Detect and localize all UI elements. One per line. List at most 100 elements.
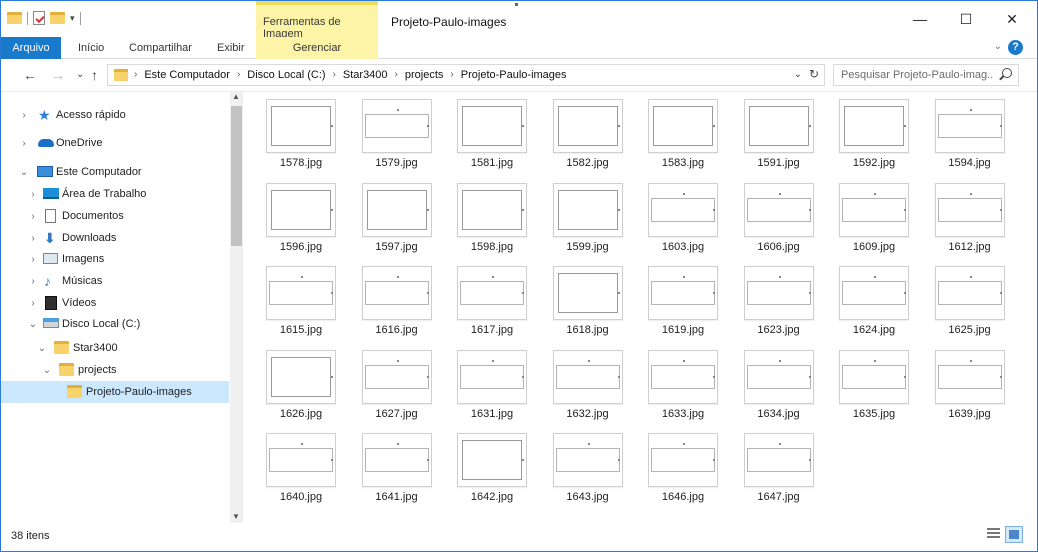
image-thumbnail[interactable] xyxy=(361,99,432,153)
sidebar-item-projects[interactable]: ⌄ projects xyxy=(1,359,229,381)
file-tile[interactable]: 1632.jpg xyxy=(548,346,640,428)
scroll-down-icon[interactable]: ▼ xyxy=(232,512,240,521)
file-tile[interactable]: 1617.jpg xyxy=(452,262,544,344)
expand-ribbon-icon[interactable]: ⌄ xyxy=(994,41,1002,52)
file-tile[interactable]: 1609.jpg xyxy=(834,179,926,261)
file-tile[interactable]: 1596.jpg xyxy=(261,179,353,261)
up-button[interactable]: ↑ xyxy=(91,67,98,83)
file-tile[interactable]: 1641.jpg xyxy=(357,429,449,511)
address-bar[interactable]: › Este Computador › Disco Local (C:) › S… xyxy=(107,64,825,86)
sidebar-item-onedrive[interactable]: › OneDrive xyxy=(1,132,229,154)
properties-icon[interactable] xyxy=(33,11,45,25)
forward-button[interactable]: → xyxy=(51,67,65,83)
file-tile[interactable]: 1635.jpg xyxy=(834,346,926,428)
file-tile[interactable]: 1623.jpg xyxy=(739,262,831,344)
file-name[interactable]: 1581.jpg xyxy=(452,157,532,169)
tab-arquivo[interactable]: Arquivo xyxy=(1,37,61,59)
chevron-down-icon[interactable]: ⌄ xyxy=(42,365,52,376)
file-name[interactable]: 1624.jpg xyxy=(834,324,914,336)
file-name[interactable]: 1618.jpg xyxy=(548,324,628,336)
scrollbar-thumb[interactable] xyxy=(231,106,242,246)
file-name[interactable]: 1623.jpg xyxy=(739,324,819,336)
file-name[interactable]: 1616.jpg xyxy=(357,324,437,336)
image-thumbnail[interactable] xyxy=(457,349,527,404)
breadcrumb-projeto-paulo-images[interactable]: Projeto-Paulo-images xyxy=(461,69,567,81)
image-thumbnail[interactable] xyxy=(457,433,527,487)
file-tile[interactable]: 1579.jpg xyxy=(357,95,449,177)
file-tile[interactable]: 1594.jpg xyxy=(930,95,1022,177)
search-box[interactable] xyxy=(833,64,1019,86)
image-thumbnail[interactable] xyxy=(648,349,718,404)
image-thumbnail[interactable] xyxy=(648,182,718,237)
sidebar-item-videos[interactable]: › Vídeos xyxy=(1,292,229,314)
file-name[interactable]: 1583.jpg xyxy=(643,157,723,169)
file-tile[interactable]: 1591.jpg xyxy=(739,95,831,177)
chevron-right-icon[interactable]: › xyxy=(19,138,29,149)
image-thumbnail[interactable] xyxy=(648,266,718,320)
file-name[interactable]: 1641.jpg xyxy=(357,491,437,503)
file-tile[interactable]: 1599.jpg xyxy=(548,179,640,261)
file-name[interactable]: 1619.jpg xyxy=(643,324,723,336)
tab-compartilhar[interactable]: Compartilhar xyxy=(129,37,192,59)
image-thumbnail[interactable] xyxy=(266,349,336,404)
large-icons-view-button[interactable] xyxy=(1005,526,1023,543)
file-name[interactable]: 1640.jpg xyxy=(261,491,341,503)
file-tile[interactable]: 1646.jpg xyxy=(643,429,735,511)
image-thumbnail[interactable] xyxy=(934,349,1005,404)
image-thumbnail[interactable] xyxy=(266,266,336,320)
image-thumbnail[interactable] xyxy=(839,349,909,404)
file-tile[interactable]: 1634.jpg xyxy=(739,346,831,428)
file-name[interactable]: 1591.jpg xyxy=(739,157,819,169)
file-name[interactable]: 1634.jpg xyxy=(739,408,819,420)
file-tile[interactable]: 1582.jpg xyxy=(548,95,640,177)
file-tile[interactable]: 1597.jpg xyxy=(357,179,449,261)
image-thumbnail[interactable] xyxy=(934,266,1005,320)
new-folder-icon[interactable] xyxy=(50,12,65,24)
image-thumbnail[interactable] xyxy=(361,182,432,237)
file-tile[interactable]: 1619.jpg xyxy=(643,262,735,344)
file-tile[interactable]: 1598.jpg xyxy=(452,179,544,261)
image-thumbnail[interactable] xyxy=(266,99,336,153)
chevron-down-icon[interactable]: ⌄ xyxy=(37,343,47,354)
file-name[interactable]: 1639.jpg xyxy=(930,408,1010,420)
minimize-button[interactable]: — xyxy=(897,1,943,37)
image-thumbnail[interactable] xyxy=(743,99,814,153)
image-thumbnail[interactable] xyxy=(457,266,527,320)
tab-gerenciar[interactable]: Gerenciar xyxy=(256,37,378,59)
file-name[interactable]: 1598.jpg xyxy=(452,241,532,253)
file-name[interactable]: 1646.jpg xyxy=(643,491,723,503)
image-thumbnail[interactable] xyxy=(361,266,432,320)
scroll-up-icon[interactable]: ▲ xyxy=(232,92,240,101)
file-tile[interactable]: 1647.jpg xyxy=(739,429,831,511)
file-tile[interactable]: 1603.jpg xyxy=(643,179,735,261)
address-dropdown-icon[interactable]: ⌄ xyxy=(794,69,802,80)
file-tile[interactable]: 1592.jpg xyxy=(834,95,926,177)
file-tile[interactable]: 1627.jpg xyxy=(357,346,449,428)
sidebar-item-area-de-trabalho[interactable]: › Área de Trabalho xyxy=(1,183,229,205)
breadcrumb-este-computador[interactable]: Este Computador xyxy=(144,69,230,81)
image-thumbnail[interactable] xyxy=(743,349,814,404)
image-thumbnail[interactable] xyxy=(552,182,623,237)
file-tile[interactable]: 1578.jpg xyxy=(261,95,353,177)
image-thumbnail[interactable] xyxy=(839,182,909,237)
sidebar-item-documentos[interactable]: › Documentos xyxy=(1,205,229,227)
image-thumbnail[interactable] xyxy=(552,349,623,404)
file-tile[interactable]: 1612.jpg xyxy=(930,179,1022,261)
breadcrumb-projects[interactable]: projects xyxy=(405,69,444,81)
file-tile[interactable]: 1643.jpg xyxy=(548,429,640,511)
sidebar-item-este-computador[interactable]: ⌄ Este Computador xyxy=(1,161,229,183)
chevron-right-icon[interactable]: › xyxy=(28,276,38,287)
file-name[interactable]: 1594.jpg xyxy=(930,157,1010,169)
file-name[interactable]: 1647.jpg xyxy=(739,491,819,503)
image-thumbnail[interactable] xyxy=(648,433,718,487)
image-thumbnail[interactable] xyxy=(361,349,432,404)
file-tile[interactable]: 1625.jpg xyxy=(930,262,1022,344)
image-thumbnail[interactable] xyxy=(743,433,814,487)
file-tile[interactable]: 1616.jpg xyxy=(357,262,449,344)
image-thumbnail[interactable] xyxy=(361,433,432,487)
chevron-right-icon[interactable]: › xyxy=(28,254,38,265)
file-tile[interactable]: 1583.jpg xyxy=(643,95,735,177)
file-name[interactable]: 1627.jpg xyxy=(357,408,437,420)
file-name[interactable]: 1635.jpg xyxy=(834,408,914,420)
image-thumbnail[interactable] xyxy=(552,99,623,153)
